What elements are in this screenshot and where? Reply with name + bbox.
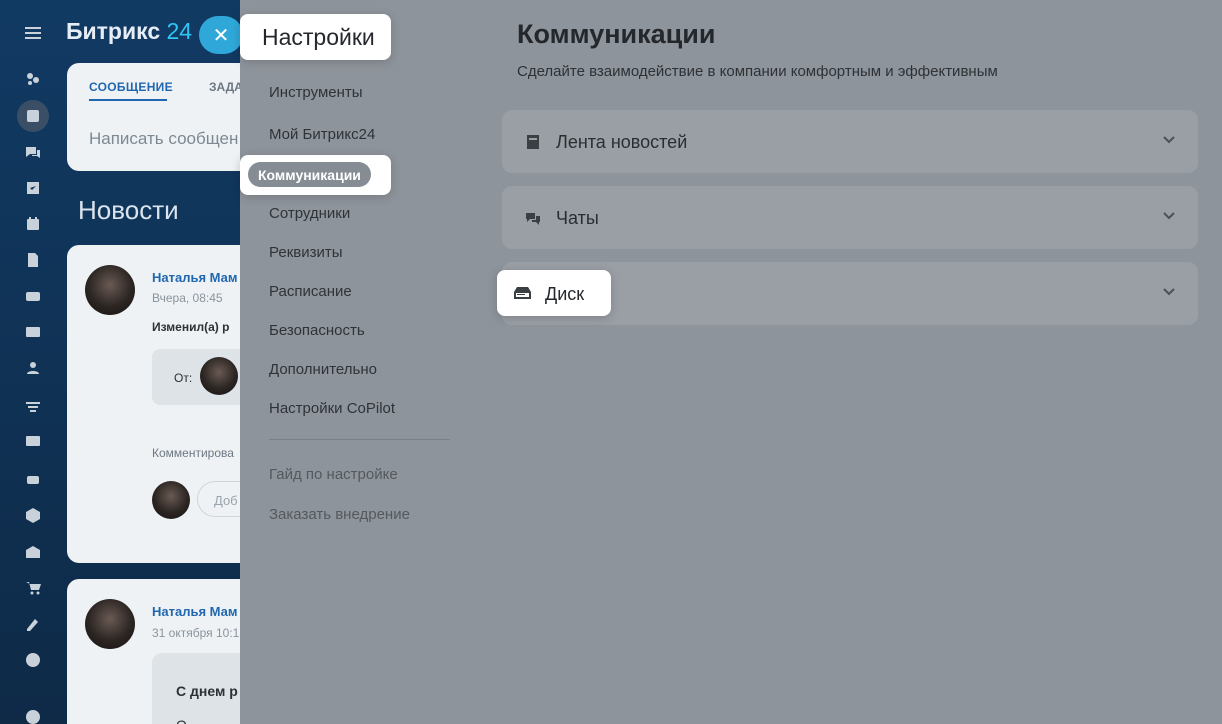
settings-title: Настройки (262, 24, 375, 50)
post-time: 31 октября 10:1 (152, 626, 240, 640)
feed-icon[interactable] (17, 100, 49, 132)
employees-icon[interactable] (17, 355, 49, 381)
left-rail (0, 0, 66, 724)
post-time: Вчера, 08:45 (152, 291, 223, 305)
chevron-down-icon[interactable] (1162, 132, 1176, 146)
write-message-input[interactable]: Написать сообщен (89, 129, 238, 149)
robot-icon[interactable] (17, 466, 49, 492)
comment-label[interactable]: Комментирова (152, 446, 234, 460)
chats-icon (525, 210, 541, 226)
chevron-down-icon[interactable] (1162, 284, 1176, 298)
store-icon[interactable] (17, 539, 49, 565)
more-icon[interactable] (17, 647, 49, 673)
nav-item-my-bitrix24[interactable]: Мой Битрикс24 (269, 126, 375, 143)
nav-item-communications[interactable]: Коммуникации (240, 155, 391, 195)
section-disk-callout[interactable]: Диск (497, 270, 611, 316)
close-icon: ✕ (212, 24, 230, 47)
nav-item-schedule[interactable]: Расписание (269, 283, 352, 300)
brand-name: Битрикс (66, 18, 161, 44)
avatar[interactable] (85, 599, 135, 649)
help-icon[interactable] (17, 704, 49, 724)
contact-card-icon[interactable] (17, 428, 49, 454)
post-author[interactable]: Наталья Мам (152, 270, 238, 285)
from-label: От: (174, 371, 193, 385)
post-author[interactable]: Наталья Мам (152, 604, 238, 619)
section-disk-label: Диск (545, 284, 585, 304)
section-news-feed[interactable]: Лента новостей (502, 110, 1198, 173)
post-body-text: О (176, 717, 187, 724)
close-slider-button[interactable]: ✕ (199, 16, 243, 54)
nav-item-requisites[interactable]: Реквизиты (269, 244, 343, 261)
post-composer: СООБЩЕНИЕ ЗАДА Написать сообщен (67, 63, 267, 171)
news-feed-icon (525, 134, 541, 150)
feed-post: Наталья Мам 31 октября 10:1 С днем р О (67, 579, 267, 724)
nav-item-additional[interactable]: Дополнительно (269, 361, 377, 378)
settings-slider: Инструменты Мой Битрикс24 Сотрудники Рек… (240, 0, 1222, 724)
cart-icon[interactable] (17, 575, 49, 601)
active-tab-underline (89, 99, 167, 101)
nav-item-tools[interactable]: Инструменты (269, 84, 363, 101)
nav-item-security[interactable]: Безопасность (269, 322, 365, 339)
avatar[interactable] (200, 357, 238, 395)
chevron-down-icon[interactable] (1162, 208, 1176, 222)
mail-icon[interactable] (17, 319, 49, 345)
settings-nav: Инструменты Мой Битрикс24 Сотрудники Рек… (240, 0, 470, 724)
brand-number: 24 (166, 18, 193, 44)
page-title: Коммуникации (517, 19, 716, 49)
calendar-icon[interactable] (17, 211, 49, 237)
tasks-icon[interactable] (17, 175, 49, 201)
nav-item-copilot[interactable]: Настройки CoPilot (269, 400, 395, 417)
section-label: Чаты (556, 208, 599, 228)
disk-icon (514, 286, 531, 305)
nav-divider (269, 439, 450, 440)
settings-title-callout: Настройки (240, 14, 391, 60)
add-comment-placeholder: Доб (214, 493, 238, 508)
section-chats[interactable]: Чаты (502, 186, 1198, 249)
section-label: Лента новостей (556, 132, 688, 152)
drive-icon[interactable] (17, 283, 49, 309)
order-implementation-link[interactable]: Заказать внедрение (269, 506, 410, 523)
copilot-icon[interactable] (17, 66, 49, 92)
setup-guide-link[interactable]: Гайд по настройке (269, 466, 398, 483)
brand-logo[interactable]: Битрикс 24 (66, 18, 192, 45)
nav-item-communications-label: Коммуникации (248, 162, 371, 187)
tab-message[interactable]: СООБЩЕНИЕ (89, 80, 173, 94)
page-subtitle: Сделайте взаимодействие в компании комфо… (517, 63, 998, 80)
nav-item-employees[interactable]: Сотрудники (269, 205, 350, 222)
documents-icon[interactable] (17, 247, 49, 273)
menu-icon[interactable] (17, 20, 49, 46)
signature-icon[interactable] (17, 611, 49, 637)
post-body-heading: С днем р (176, 683, 238, 699)
tab-task[interactable]: ЗАДА (209, 80, 243, 94)
feed-post: Наталья Мам Вчера, 08:45 Изменил(а) р От… (67, 245, 267, 563)
messenger-icon[interactable] (17, 140, 49, 166)
news-heading: Новости (78, 195, 179, 225)
avatar[interactable] (152, 481, 190, 519)
avatar[interactable] (85, 265, 135, 315)
post-action: Изменил(а) р (152, 320, 230, 334)
box-icon[interactable] (17, 502, 49, 528)
crm-funnel-icon[interactable] (17, 394, 49, 420)
